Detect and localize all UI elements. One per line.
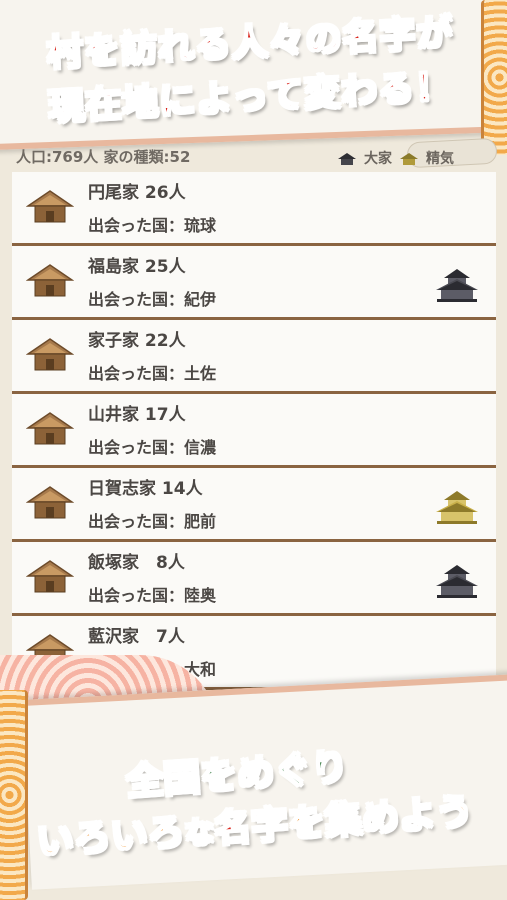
family-origin: 出会った国：肥前 [88, 512, 217, 531]
family-list[interactable]: 円尾家 26人 出会った国：琉球 福島家 25人 出会った国：紀伊 家子家 22人 出会っ… [12, 172, 496, 690]
family-name: 山井家 17人 [88, 405, 186, 425]
family-name: 福島家 25人 [88, 257, 186, 277]
house-icon [25, 262, 75, 300]
family-row[interactable]: 円尾家 26人出会った国：琉球 [12, 172, 496, 246]
black-castle-icon [338, 153, 356, 165]
black-castle-icon [434, 562, 480, 598]
status-bar: 人口:769人 家の種類:52 [16, 146, 190, 167]
gold-castle-icon [400, 153, 418, 165]
family-row[interactable]: 山井家 17人出会った国：信濃 [12, 394, 496, 468]
bottom-part2: な [182, 814, 216, 853]
population-label: 人口: [16, 148, 52, 166]
legend-b-label: 精気 [426, 151, 454, 167]
house-icon [25, 410, 75, 448]
house-icon [25, 336, 75, 374]
black-castle-icon [434, 266, 480, 302]
house-icon [25, 558, 75, 596]
family-name: 日賀志家 14人 [88, 479, 203, 499]
bottom-part1: いろいろ [34, 809, 187, 864]
status-legend: 大家 精気 [336, 148, 454, 168]
family-origin: 出会った国：琉球 [88, 216, 217, 235]
family-name: 家子家 22人 [88, 331, 186, 351]
family-name: 飯塚家 8人 [88, 553, 185, 573]
gold-castle-icon [434, 488, 480, 524]
family-origin: 出会った国：土佐 [88, 364, 217, 383]
family-row[interactable]: 日賀志家 14人 出会った国：肥前 [12, 468, 496, 542]
family-row[interactable]: 福島家 25人出会った国：紀伊 [12, 246, 496, 320]
types-label: 家の種類: [103, 148, 170, 166]
family-name: 円尾家 26人 [88, 183, 186, 203]
family-name: 藍沢家 7人 [88, 627, 185, 647]
family-row[interactable]: 家子家 22人出会った国：土佐 [12, 320, 496, 394]
house-icon [25, 484, 75, 522]
scroll-roll-bottom [0, 690, 28, 900]
legend-a-label: 大家 [364, 151, 392, 167]
population-value: 769人 [52, 148, 99, 166]
family-origin: 出会った国：陸奥 [88, 586, 217, 605]
bottom-part3: 名字 [212, 802, 291, 852]
house-icon [25, 188, 75, 226]
family-row[interactable]: 飯塚家 8人出会った国：陸奥 [12, 542, 496, 616]
family-origin: 出会った国：紀伊 [88, 290, 217, 309]
types-value: 52 [169, 148, 191, 166]
family-origin: 出会った国：信濃 [88, 438, 217, 457]
